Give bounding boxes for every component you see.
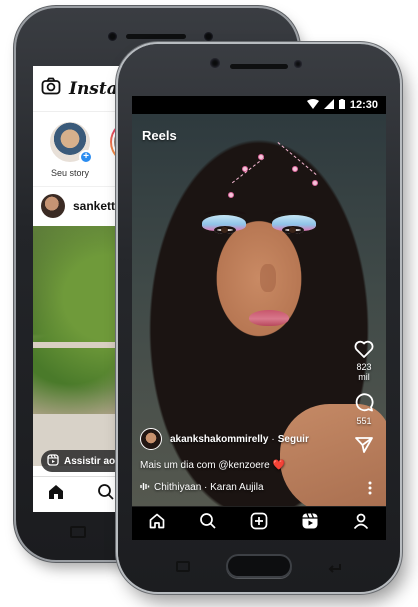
hair-beads	[231, 157, 265, 184]
sensor-icon	[294, 60, 302, 68]
author-row: akankshakommirelly · Seguir	[140, 428, 360, 450]
home-icon[interactable]	[148, 512, 166, 535]
signal-icon	[323, 98, 334, 112]
add-story-icon[interactable]: +	[79, 150, 93, 164]
reel-caption[interactable]: Mais um dia com @kenzoere ❤️	[140, 460, 360, 471]
like-action[interactable]: 823 mil	[350, 340, 378, 382]
status-bar: 12:30	[132, 96, 386, 114]
author-username[interactable]: akankshakommirelly	[170, 434, 268, 445]
earpiece-speaker	[230, 64, 288, 69]
story-label: Seu story	[50, 168, 90, 178]
camera-icon[interactable]	[41, 77, 61, 100]
pearl	[228, 192, 234, 198]
recent-apps-button[interactable]	[176, 561, 190, 572]
heart-icon[interactable]	[354, 340, 374, 360]
audio-wave-icon	[140, 481, 150, 494]
front-camera-icon	[108, 32, 117, 41]
create-post-icon[interactable]	[250, 512, 268, 535]
caption-text: Mais um dia com @kenzoere	[140, 460, 270, 471]
pearl	[258, 154, 264, 160]
front-phone: 12:30 Reels 823 mil 551 akankshakommirel…	[118, 44, 400, 592]
page-title: Reels	[142, 128, 177, 143]
lips	[249, 310, 289, 326]
pearl	[312, 180, 318, 186]
home-icon[interactable]	[47, 483, 65, 506]
reels-icon	[47, 453, 59, 469]
story-item-own[interactable]: + Seu story	[41, 120, 99, 186]
pearl	[292, 166, 298, 172]
sensor-icon	[204, 32, 213, 41]
reels-icon[interactable]	[301, 512, 319, 535]
audio-label: Chithiyaan · Karan Aujila	[154, 482, 264, 493]
avatar[interactable]	[41, 193, 65, 218]
battery-icon	[338, 98, 345, 112]
comments-count: 551	[356, 416, 372, 426]
comment-action[interactable]: 551	[350, 392, 378, 426]
more-options-icon[interactable]	[368, 481, 372, 495]
reels-screen: 12:30 Reels 823 mil 551 akankshakommirel…	[132, 96, 386, 540]
status-time: 12:30	[349, 99, 378, 111]
front-camera-icon	[210, 58, 220, 68]
audio-row[interactable]: Chithiyaan · Karan Aujila	[140, 481, 360, 494]
profile-icon[interactable]	[352, 512, 370, 535]
earpiece-speaker	[126, 34, 186, 39]
comment-icon[interactable]	[354, 393, 374, 414]
wifi-icon	[306, 98, 319, 112]
eye	[282, 226, 304, 234]
likes-count: 823 mil	[356, 362, 372, 382]
follow-button[interactable]: Seguir	[278, 434, 309, 445]
search-icon[interactable]	[199, 512, 217, 535]
avatar[interactable]	[140, 428, 162, 450]
reel-info: akankshakommirelly · Seguir Mais um dia …	[140, 428, 360, 494]
back-button[interactable]	[328, 560, 342, 574]
eye	[214, 226, 236, 234]
search-icon[interactable]	[97, 483, 115, 506]
pearl	[242, 166, 248, 172]
home-button[interactable]	[226, 554, 292, 578]
nose	[260, 264, 276, 292]
heart-emoji: ❤️	[272, 460, 285, 471]
separator: ·	[271, 433, 275, 445]
recent-apps-button[interactable]	[70, 526, 86, 538]
bottom-nav	[132, 506, 386, 540]
